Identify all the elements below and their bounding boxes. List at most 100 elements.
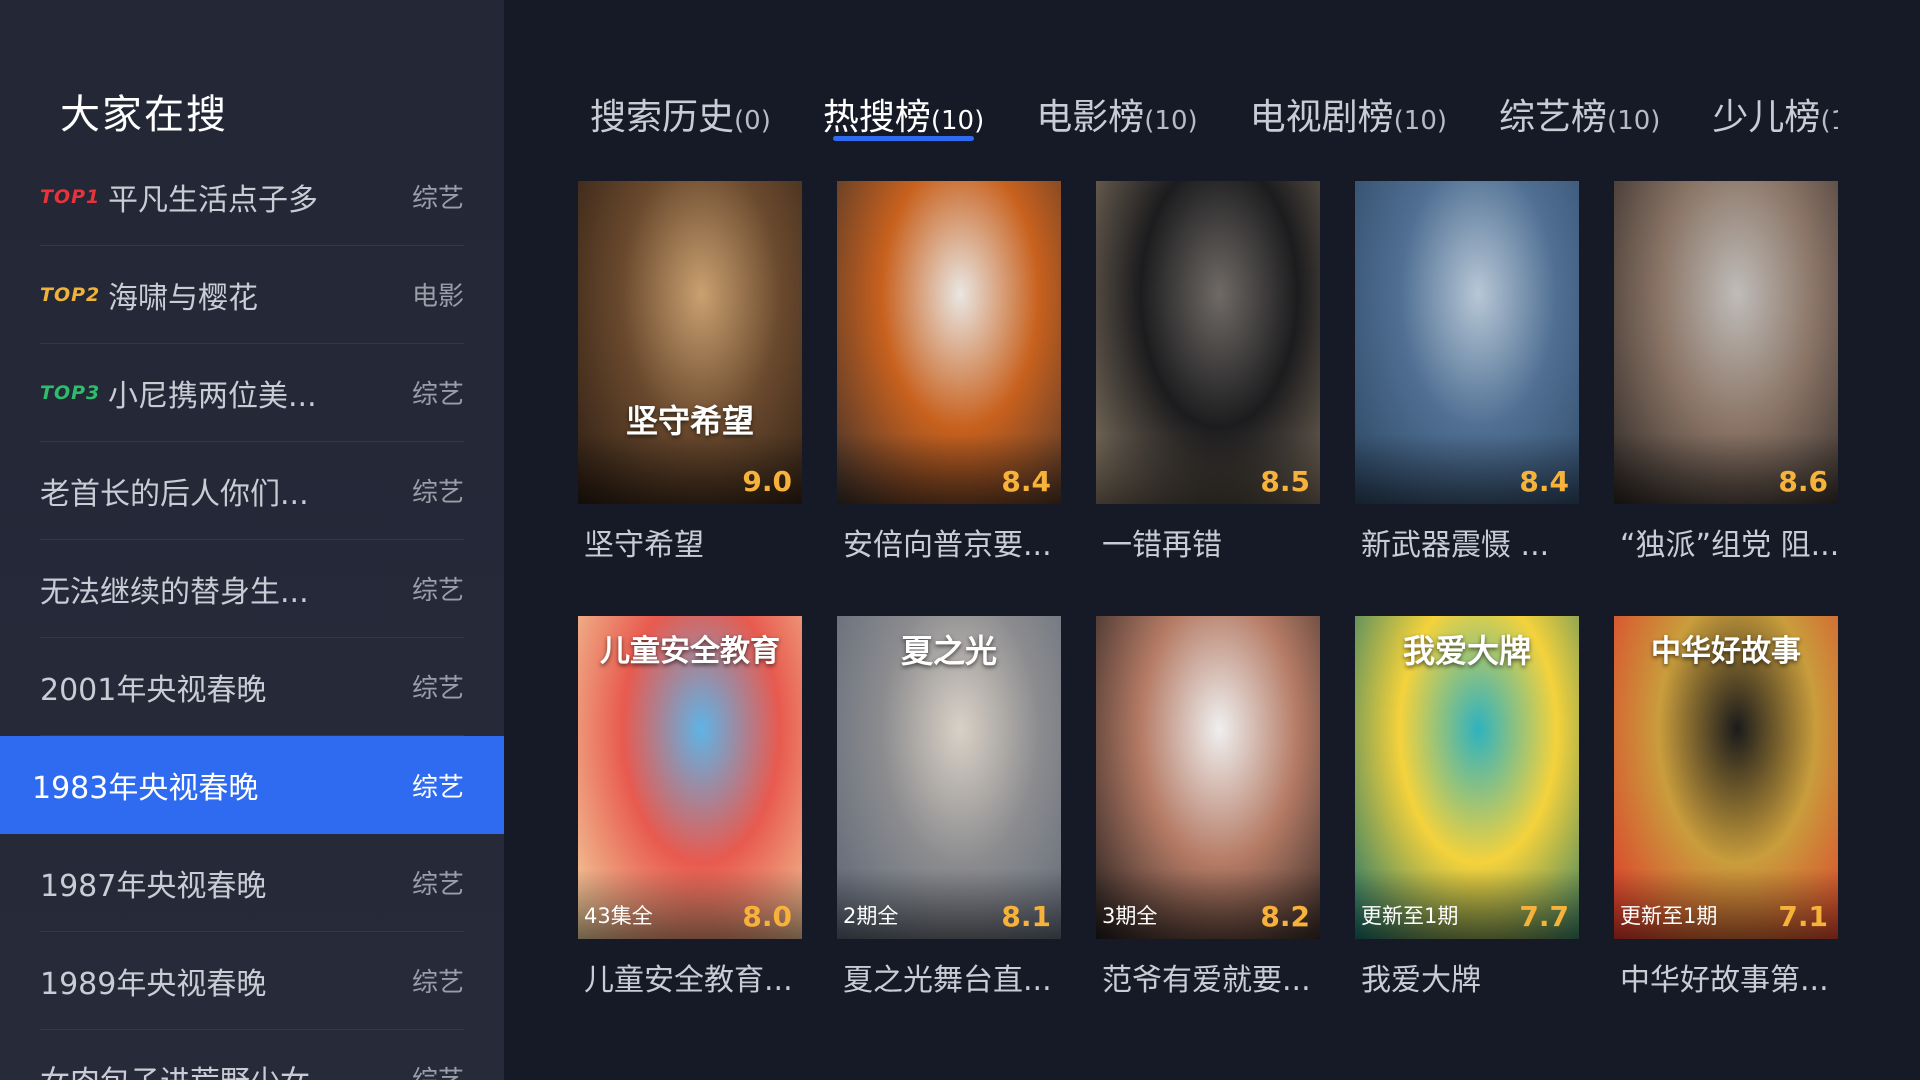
ranking-item[interactable]: TOP3 小尼携两位美... 综艺 [0, 344, 504, 442]
video-card[interactable]: 8.5 一错再错 [1096, 181, 1320, 564]
poster-logo-text: 坚守希望 [625, 402, 754, 440]
video-title: 坚守希望 [584, 528, 704, 563]
poster-image [578, 181, 802, 504]
ranking-tab[interactable]: 热搜榜(10) [822, 88, 985, 141]
episode-badge: 43集全 [584, 904, 653, 928]
rating-score: 8.1 [1001, 900, 1051, 933]
video-poster: 夏之光 2期全 8.1 [837, 616, 1061, 939]
ranking-item-title: 1989年央视春晚 [40, 966, 267, 1002]
ranking-list: TOP1 平凡生活点子多 综艺 TOP2 海啸与樱花 电影 TOP3 小尼携两位美... 综艺老… [0, 148, 504, 1080]
episode-badge: 2期全 [843, 904, 899, 928]
ranking-item[interactable]: 老首长的后人你们... 综艺 [0, 442, 504, 540]
tab-label: 电视剧榜 [1249, 97, 1394, 138]
sidebar-title: 大家在搜 [60, 92, 228, 138]
ranking-item-category: 综艺 [411, 478, 464, 508]
video-title: 中华好故事第... [1620, 963, 1829, 998]
ranking-item[interactable]: TOP2 海啸与樱花 电影 [0, 246, 504, 344]
video-card[interactable]: 3期全 8.2 范爷有爱就要... [1096, 616, 1320, 999]
tab-count: (10) [1144, 106, 1198, 136]
ranking-item[interactable]: 1989年央视春晚 综艺 [0, 932, 504, 1030]
video-card[interactable]: 夏之光 2期全 8.1 夏之光舞台直... [837, 616, 1061, 999]
video-card[interactable]: 中华好故事 更新至1期 7.1 中华好故事第... [1614, 616, 1838, 999]
search-sidebar: 大家在搜 TOP1 平凡生活点子多综艺 TOP2 海啸与樱花 电影 TOP3 小尼携两位美.… [0, 0, 504, 1080]
poster-image [837, 181, 1061, 504]
video-poster: 8.6 [1614, 181, 1838, 504]
ranking-item[interactable]: 1987年央视春晚 综艺 [0, 834, 504, 932]
ranking-tab[interactable]: 少儿榜(10) [1712, 88, 1838, 140]
ranking-item[interactable]: 2001年央视春晚 综艺 [0, 638, 504, 736]
ranking-item-content: TOP3 小尼携两位美... 综艺 [40, 344, 464, 442]
rating-score: 8.5 [1260, 465, 1310, 498]
ranking-item-title: 1987年央视春晚 [40, 868, 267, 904]
video-title: 新武器震慑 ... [1361, 528, 1550, 563]
rating-score: 8.4 [1001, 465, 1051, 498]
ranking-item-category: 综艺 [412, 1060, 464, 1080]
top-rank-badge: TOP3 [40, 381, 101, 404]
top-rank-badge: TOP1 [40, 185, 101, 208]
ranking-item-content: 1983年央视春晚 综艺 [32, 736, 464, 834]
ranking-item-category: 综艺 [411, 772, 464, 803]
video-card[interactable]: 儿童安全教育 43集全 8.0 儿童安全教育... [578, 616, 802, 999]
episode-badge: 3期全 [1102, 904, 1158, 928]
ranking-item-title: 老首长的后人你们... [40, 476, 309, 512]
ranking-item-content: 1989年央视春晚 综艺 [40, 932, 464, 1030]
ranking-item-title: 2001年央视春晚 [40, 672, 267, 708]
ranking-item-category: 综艺 [411, 674, 464, 704]
ranking-item[interactable]: 1983年央视春晚 综艺 [0, 736, 504, 834]
ranking-item-content: 老首长的后人你们... 综艺 [40, 442, 464, 540]
video-poster: 8.4 [837, 181, 1061, 504]
video-title: 一错再错 [1102, 528, 1222, 563]
ranking-item-category: 综艺 [411, 870, 464, 900]
video-title: 范爷有爱就要... [1102, 963, 1311, 998]
video-card[interactable]: 8.4 安倍向普京要... [837, 181, 1061, 564]
ranking-item-content: 1987年央视春晚 综艺 [40, 834, 464, 932]
rating-score: 7.1 [1778, 900, 1828, 933]
tab-count: (10) [1820, 106, 1838, 136]
rating-score: 7.7 [1519, 900, 1569, 933]
ranking-item-title: 无法继续的替身生... [40, 574, 309, 610]
ranking-item-content: 2001年央视春晚 综艺 [40, 638, 464, 736]
ranking-item[interactable]: TOP1 平凡生活点子多 综艺 [0, 148, 504, 246]
poster-image [1096, 616, 1320, 939]
ranking-item-title: 1983年央视春晚 [32, 771, 259, 806]
ranking-item-content: 无法继续的替身生... 综艺 [40, 540, 464, 638]
ranking-tab[interactable]: 电影榜(10) [1036, 88, 1197, 140]
video-poster: 3期全 8.2 [1096, 616, 1320, 939]
ranking-item-title: 平凡生活点子多 [108, 182, 318, 218]
tab-label: 热搜榜 [822, 97, 931, 138]
tab-count: (10) [930, 106, 985, 136]
ranking-item[interactable]: 女肉包子进荒野少女综艺 [0, 1030, 504, 1080]
video-poster: 中华好故事 更新至1期 7.1 [1614, 616, 1838, 939]
tab-label: 电影榜 [1036, 97, 1145, 138]
video-poster: 我爱大牌 更新至1期 7.7 [1355, 616, 1579, 939]
rating-score: 9.0 [742, 465, 792, 498]
ranking-tab[interactable]: 电视剧榜(10) [1250, 88, 1447, 140]
video-card[interactable]: 我爱大牌 更新至1期 7.7 我爱大牌 [1355, 616, 1579, 999]
top-rank-badge: TOP2 [40, 283, 101, 306]
video-card[interactable]: 8.4 新武器震慑 ... [1355, 181, 1579, 564]
video-poster: 8.5 [1096, 181, 1320, 504]
active-tab-indicator [832, 136, 975, 141]
ranking-tab[interactable]: 搜索历史(0) [590, 88, 771, 140]
video-title: 我爱大牌 [1361, 963, 1481, 998]
rating-score: 8.0 [742, 900, 792, 933]
video-poster: 坚守希望 9.0 [578, 181, 802, 504]
video-card[interactable]: 8.6 “独派”组党 阻... [1614, 181, 1839, 564]
ranking-item[interactable]: 无法继续的替身生... 综艺 [0, 540, 504, 638]
poster-image [1614, 181, 1838, 504]
rating-score: 8.2 [1260, 900, 1310, 933]
ranking-item-category: 综艺 [411, 968, 464, 998]
ranking-item-category: 综艺 [411, 576, 464, 606]
video-title: 儿童安全教育... [584, 963, 793, 998]
video-title: 安倍向普京要... [843, 528, 1052, 563]
video-card[interactable]: 坚守希望 9.0 坚守希望 [578, 181, 802, 564]
poster-logo-text: 我爱大牌 [1402, 632, 1531, 670]
ranking-item-title: 女肉包子进荒野少女 [40, 1057, 412, 1080]
ranking-item-category: 电影 [411, 282, 464, 312]
ranking-item-title: 小尼携两位美... [108, 378, 317, 414]
poster-logo-text: 夏之光 [900, 632, 997, 670]
ranking-item-category: 综艺 [411, 380, 464, 410]
video-poster: 8.4 [1355, 181, 1579, 504]
ranking-tabs: 搜索历史(0) 热搜榜(10) 电影榜(10) 电视剧榜(10) 综艺榜(10) 少儿榜(… [590, 88, 1838, 148]
ranking-tab[interactable]: 综艺榜(10) [1499, 88, 1660, 140]
